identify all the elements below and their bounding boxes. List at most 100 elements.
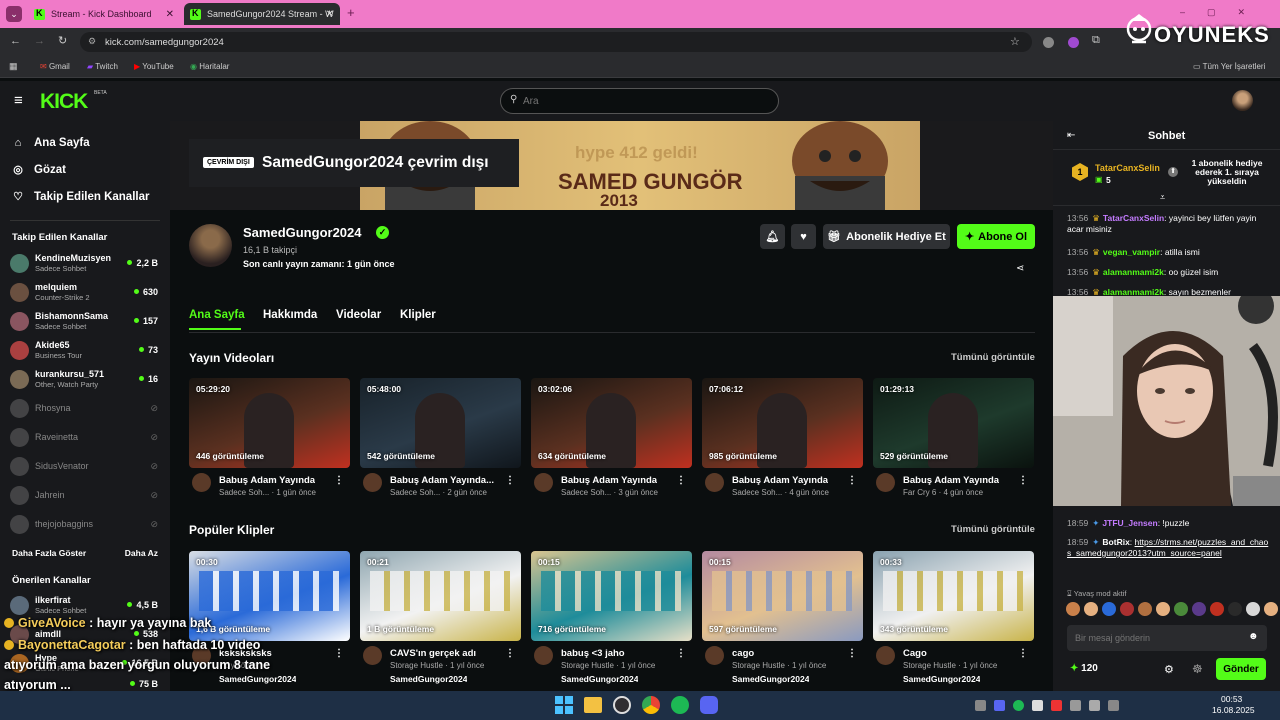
videos-see-all[interactable]: Tümünü görüntüle xyxy=(951,352,1035,363)
more-options-icon[interactable]: ⋮ xyxy=(847,648,857,659)
search-input[interactable] xyxy=(523,93,763,109)
emote-icon[interactable] xyxy=(1102,602,1116,616)
video-thumbnail[interactable]: 07:06:12 985 görüntüleme xyxy=(702,378,863,468)
offline-channel[interactable]: Rhosyna ⊘ xyxy=(0,394,170,423)
emote-icon[interactable] xyxy=(1156,602,1170,616)
clip-title[interactable]: Cago xyxy=(903,648,927,659)
obs-icon[interactable] xyxy=(613,696,631,714)
nav-browse[interactable]: ◎ Gözat xyxy=(0,156,170,183)
clip-author[interactable]: SamedGungor2024 xyxy=(732,674,809,684)
clip-author[interactable]: SamedGungor2024 xyxy=(219,674,296,684)
more-options-icon[interactable]: ⋮ xyxy=(847,475,857,486)
emote-icon[interactable] xyxy=(1210,602,1224,616)
forward-icon[interactable]: → xyxy=(34,35,45,47)
emote-icon[interactable] xyxy=(1120,602,1134,616)
more-options-icon[interactable]: ⋮ xyxy=(334,648,344,659)
clip-thumbnail[interactable]: 00:15 716 görüntüleme xyxy=(531,551,692,641)
followed-channel[interactable]: melquiem Counter-Strike 2 630 xyxy=(0,278,170,307)
emote-icon[interactable] xyxy=(1228,602,1242,616)
emote-icon[interactable] xyxy=(1084,602,1098,616)
video-title[interactable]: Babuş Adam Yayında xyxy=(561,475,657,486)
user-avatar[interactable] xyxy=(1232,90,1253,111)
more-options-icon[interactable]: ⋮ xyxy=(505,648,515,659)
share-icon[interactable]: ⋖ xyxy=(1016,263,1024,274)
message-user[interactable]: JTFU_Jensen xyxy=(1102,518,1157,528)
clip-title[interactable]: cago xyxy=(732,648,754,659)
tab-list-button[interactable]: ⌄ xyxy=(6,6,22,22)
followed-channel[interactable]: Akide65 Business Tour 73 xyxy=(0,336,170,365)
video-title[interactable]: Babuş Adam Yayında xyxy=(732,475,828,486)
notification-bell-button[interactable]: 🔔︎ xyxy=(760,224,785,249)
file-explorer-icon[interactable] xyxy=(584,697,602,713)
bookmark-twitch[interactable]: ▰ Twitch xyxy=(87,62,118,71)
subscribe-button[interactable]: ✦ Abone Ol xyxy=(957,224,1035,249)
follow-heart-button[interactable]: ♥ xyxy=(791,224,816,249)
extension-icon[interactable] xyxy=(1068,37,1079,48)
followed-channel[interactable]: kurankursu_571 Other, Watch Party 16 xyxy=(0,365,170,394)
channel-mini-avatar[interactable] xyxy=(192,473,211,492)
chat-input[interactable] xyxy=(1075,631,1235,645)
more-options-icon[interactable]: ⋮ xyxy=(334,475,344,486)
channel-mini-avatar[interactable] xyxy=(363,646,382,665)
video-thumbnail[interactable]: 01:29:13 529 görüntüleme xyxy=(873,378,1034,468)
video-thumbnail[interactable]: 03:02:06 634 görüntüleme xyxy=(531,378,692,468)
taskbar-date[interactable]: 16.08.2025 xyxy=(1212,705,1255,715)
emote-icon[interactable] xyxy=(1138,602,1152,616)
clip-title[interactable]: babuş <3 jaho xyxy=(561,648,625,659)
bookmark-maps[interactable]: ◉ Haritalar xyxy=(190,62,229,71)
kick-logo[interactable]: KICK xyxy=(40,90,88,114)
channel-mini-avatar[interactable] xyxy=(876,646,895,665)
emote-icon[interactable] xyxy=(1246,602,1260,616)
taskbar-time[interactable]: 00:53 xyxy=(1221,694,1242,704)
windows-start-icon[interactable] xyxy=(555,696,573,714)
channel-mini-avatar[interactable] xyxy=(534,646,553,665)
channel-mini-avatar[interactable] xyxy=(876,473,895,492)
tray-icon[interactable] xyxy=(994,700,1005,711)
tab-samedgungor-stream[interactable]: SamedGungor2024 Stream - W ✕ xyxy=(184,3,340,25)
discord-icon[interactable] xyxy=(700,696,718,714)
channel-mini-avatar[interactable] xyxy=(534,473,553,492)
tray-icon[interactable] xyxy=(1089,700,1100,711)
new-tab-button[interactable]: + xyxy=(347,5,355,20)
offline-channel[interactable]: Jahrein ⊘ xyxy=(0,481,170,510)
chat-emote-menu-icon[interactable]: ☸ xyxy=(1192,662,1203,676)
channel-avatar-large[interactable] xyxy=(189,224,232,267)
clips-see-all[interactable]: Tümünü görüntüle xyxy=(951,524,1035,535)
tray-icon[interactable] xyxy=(1051,700,1062,711)
show-more-link[interactable]: Daha Fazla Göster xyxy=(12,548,86,558)
tab-kick-dashboard[interactable]: Stream - Kick Dashboard ✕ xyxy=(28,3,180,25)
emote-icon[interactable] xyxy=(1264,602,1278,616)
tab-about[interactable]: Hakkımda xyxy=(263,309,317,321)
channel-points[interactable]: ✦ 120 xyxy=(1070,663,1098,674)
bookmark-star-icon[interactable]: ☆ xyxy=(1010,35,1020,48)
tray-icon[interactable] xyxy=(1108,700,1119,711)
tab-videos[interactable]: Videolar xyxy=(336,309,381,321)
puzzle-extensions-icon[interactable]: ⧉ xyxy=(1092,34,1100,47)
more-options-icon[interactable]: ⋮ xyxy=(676,648,686,659)
emote-icon[interactable] xyxy=(1174,602,1188,616)
tray-icon[interactable] xyxy=(1032,700,1043,711)
clip-thumbnail[interactable]: 00:30 1,6 B görüntüleme xyxy=(189,551,350,641)
message-user[interactable]: TatarCanxSelin xyxy=(1103,213,1164,223)
emoji-icon[interactable]: ☻ xyxy=(1248,631,1259,642)
bookmark-youtube[interactable]: ▶ YouTube xyxy=(134,62,174,71)
followed-channel[interactable]: KendineMuzisyen Sadece Sohbet 2,2 B xyxy=(0,249,170,278)
tab-clips[interactable]: Klipler xyxy=(400,309,436,321)
tab-close-icon[interactable]: ✕ xyxy=(326,9,334,20)
offline-channel[interactable]: thejojobaggins ⊘ xyxy=(0,510,170,539)
menu-hamburger-icon[interactable]: ≡ xyxy=(14,92,23,109)
tray-icon[interactable] xyxy=(975,700,986,711)
clip-title[interactable]: CAVS'ın gerçek adı xyxy=(390,648,476,659)
more-options-icon[interactable]: ⋮ xyxy=(1018,648,1028,659)
channel-mini-avatar[interactable] xyxy=(363,473,382,492)
gift-subscription-button[interactable]: 🎁︎ Abonelik Hediye Et xyxy=(823,224,950,249)
extension-icon[interactable] xyxy=(1043,37,1054,48)
spotify-icon[interactable] xyxy=(671,696,689,714)
chat-settings-icon[interactable]: ⚙ xyxy=(1164,663,1174,676)
emote-icon[interactable] xyxy=(1192,602,1206,616)
url-field[interactable]: ⚙ kick.com/samedgungor2024 ☆ xyxy=(80,32,1032,52)
chrome-icon[interactable] xyxy=(642,696,660,714)
followed-channel[interactable]: BishamonnSama Sadece Sohbet 157 xyxy=(0,307,170,336)
message-user[interactable]: vegan_vampir xyxy=(1103,247,1160,257)
search-box[interactable]: ⚲ xyxy=(500,88,779,114)
